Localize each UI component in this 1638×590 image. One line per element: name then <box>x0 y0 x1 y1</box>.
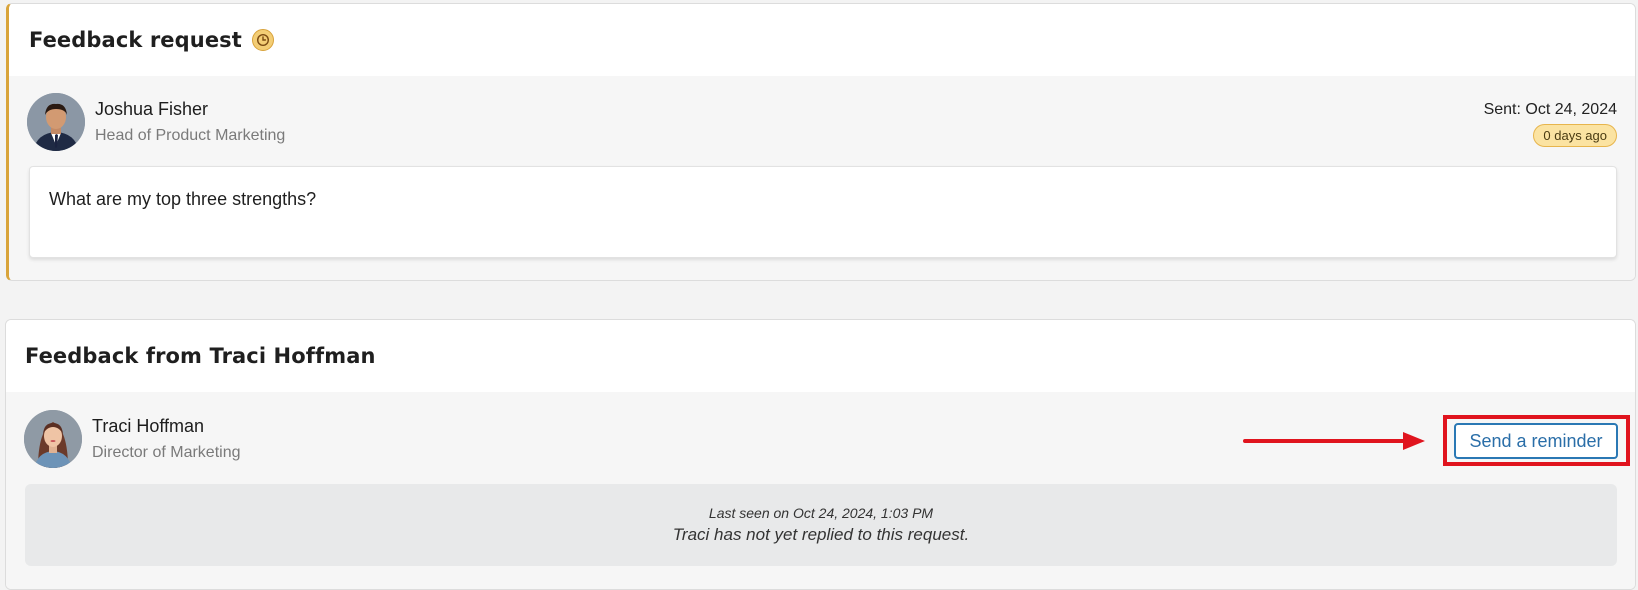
feedback-request-body: Joshua Fisher Head of Product Marketing … <box>9 76 1635 280</box>
requester-info: Joshua Fisher Head of Product Marketing <box>27 93 285 151</box>
requester-name: Joshua Fisher <box>95 98 209 119</box>
sent-date: Sent: Oct 24, 2024 <box>1483 101 1617 118</box>
feedback-response-body: Traci Hoffman Director of Marketing Last… <box>6 392 1635 589</box>
question-text: What are my top three strengths? <box>49 189 317 209</box>
clock-icon <box>251 29 274 51</box>
sent-info: Sent: Oct 24, 2024 0 days ago <box>1484 100 1617 147</box>
feedback-request-card: Feedback request Joshua Fisher Head of P… <box>6 3 1636 281</box>
last-seen-text: Last seen on Oct 24, 2024, 1:03 PM <box>708 505 934 521</box>
respondent-avatar <box>24 410 82 468</box>
question-box: What are my top three strengths? <box>29 166 1617 258</box>
respondent-role: Director of Marketing <box>92 443 241 461</box>
feedback-request-title: Feedback request <box>29 28 242 52</box>
feedback-request-header: Feedback request <box>9 4 1635 76</box>
not-replied-text: Traci has not yet replied to this reques… <box>672 525 970 544</box>
reply-status-box: Last seen on Oct 24, 2024, 1:03 PM Traci… <box>25 484 1617 566</box>
feedback-response-title: Feedback from Traci Hoffman <box>25 344 376 368</box>
feedback-response-header: Feedback from Traci Hoffman <box>6 320 1635 392</box>
requester-role: Head of Product Marketing <box>95 126 286 144</box>
send-reminder-button[interactable]: Send a reminder <box>1454 423 1618 459</box>
respondent-info: Traci Hoffman Director of Marketing <box>24 410 241 468</box>
arrow-right-icon <box>1243 430 1429 457</box>
age-badge: 0 days ago <box>1533 124 1617 147</box>
requester-avatar <box>27 93 85 151</box>
respondent-name: Traci Hoffman <box>92 415 205 436</box>
